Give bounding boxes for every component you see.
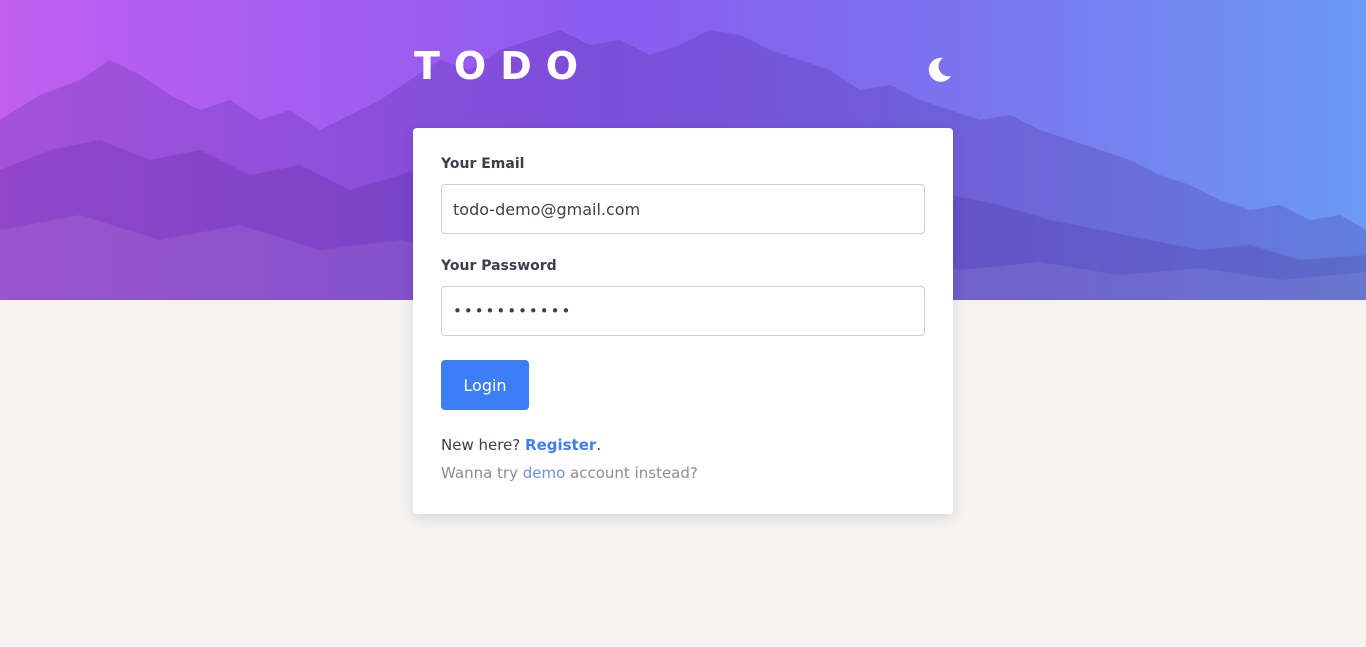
demo-suffix: account instead? xyxy=(565,464,698,482)
login-button[interactable]: Login xyxy=(441,360,529,410)
register-prompt-text: New here? xyxy=(441,436,526,454)
register-prompt: New here? Register. xyxy=(441,436,601,454)
demo-link[interactable]: demo xyxy=(523,464,566,482)
email-label: Your Email xyxy=(441,156,525,172)
register-suffix: . xyxy=(596,436,602,454)
demo-prefix: Wanna try xyxy=(441,464,523,482)
login-card: Your Email Your Password Login New here?… xyxy=(413,128,953,514)
password-field[interactable] xyxy=(441,286,925,336)
app-logo: TODO xyxy=(414,44,593,88)
demo-prompt: Wanna try demo account instead? xyxy=(441,464,698,482)
register-link[interactable]: Register xyxy=(525,436,596,454)
email-field[interactable] xyxy=(441,184,925,234)
password-label: Your Password xyxy=(441,258,557,274)
moon-icon[interactable] xyxy=(924,54,954,84)
